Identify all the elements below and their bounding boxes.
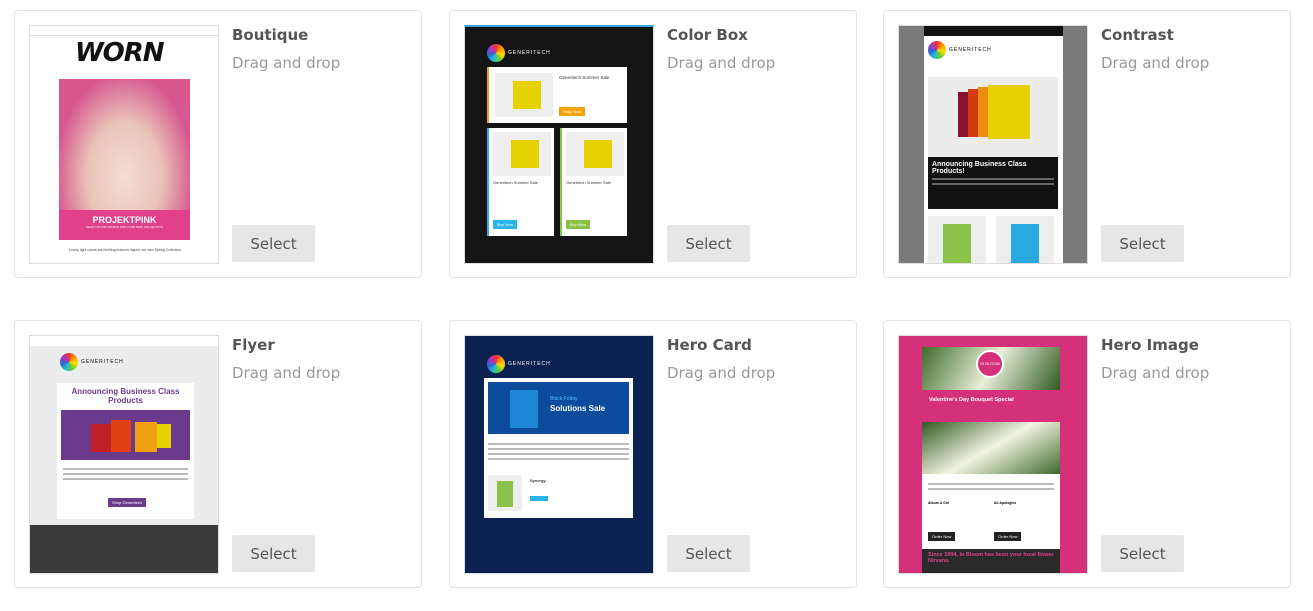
thumb-brand: GENERITECH xyxy=(508,50,551,56)
thumb-tagline: GEAR UP FOR SPRING WITH OUR NEW COLLECTI… xyxy=(86,225,163,229)
thumb-brand: GENERITECH xyxy=(949,47,992,53)
brand-logo-icon xyxy=(487,355,505,373)
thumb-product: Synergy xyxy=(530,478,546,483)
thumb-footer-headline: Since 1994, In Bloom has been your local… xyxy=(928,552,1054,564)
thumb-button: Shop Now xyxy=(559,107,586,116)
thumb-headline: Valentine's Day Bouquet Special xyxy=(929,397,1014,403)
select-button[interactable]: Select xyxy=(667,535,750,572)
thumb-button: Buy Now xyxy=(566,220,591,229)
template-card-hero-card: GENERITECH Black Friday Solutions Sale S… xyxy=(449,320,857,588)
select-button[interactable]: Select xyxy=(232,535,315,572)
template-type: Drag and drop xyxy=(1101,364,1210,382)
thumb-headline: Generitech Summer Sale xyxy=(559,75,610,80)
thumb-button: Buy Now xyxy=(493,220,518,229)
thumb-headline: Solutions Sale xyxy=(550,404,606,413)
thumb-badge: IN BLOOM xyxy=(976,350,1004,378)
thumb-footer: Lovely light colors and thrilling textur… xyxy=(68,248,182,252)
thumb-headline: Announcing Business Class Products xyxy=(71,387,180,405)
select-button[interactable]: Select xyxy=(1101,225,1184,262)
template-name: Boutique xyxy=(232,26,309,44)
template-name: Hero Card xyxy=(667,336,752,354)
template-type: Drag and drop xyxy=(232,54,341,72)
template-card-hero-image: IN BLOOM Valentine's Day Bouquet Special… xyxy=(883,320,1291,588)
thumb-kicker: Black Friday xyxy=(550,396,578,402)
template-name: Color Box xyxy=(667,26,748,44)
thumb-column-title: All Apologies xyxy=(994,501,1017,505)
thumb-headline: Generitech Summer Sale xyxy=(493,180,538,185)
template-type: Drag and drop xyxy=(667,54,776,72)
thumb-headline: Generitech Summer Sale xyxy=(566,180,611,185)
template-type: Drag and drop xyxy=(1101,54,1210,72)
thumb-brand: GENERITECH xyxy=(508,361,551,367)
template-card-flyer: GENERITECH Announcing Business Class Pro… xyxy=(14,320,422,588)
template-thumbnail[interactable]: GENERITECH Black Friday Solutions Sale S… xyxy=(464,335,654,574)
template-card-boutique: WORN PROJEKTPINK GEAR UP FOR SPRING WITH… xyxy=(14,10,422,278)
select-button[interactable]: Select xyxy=(1101,535,1184,572)
template-type: Drag and drop xyxy=(667,364,776,382)
thumb-headline: PROJEKTPINK xyxy=(92,215,157,225)
brand-logo-icon xyxy=(60,353,78,371)
template-thumbnail[interactable]: GENERITECH Announcing Business Class Pro… xyxy=(898,25,1088,264)
select-button[interactable]: Select xyxy=(667,225,750,262)
thumb-button: Order Now xyxy=(994,532,1022,541)
select-button[interactable]: Select xyxy=(232,225,315,262)
template-name: Flyer xyxy=(232,336,275,354)
template-name: Contrast xyxy=(1101,26,1174,44)
thumb-brand: GENERITECH xyxy=(81,359,124,365)
brand-logo-icon xyxy=(487,44,505,62)
template-thumbnail[interactable]: WORN PROJEKTPINK GEAR UP FOR SPRING WITH… xyxy=(29,25,219,264)
template-thumbnail[interactable]: GENERITECH Generitech Summer Sale Shop N… xyxy=(464,25,654,264)
thumb-button: Order Now xyxy=(928,532,956,541)
template-type: Drag and drop xyxy=(232,364,341,382)
thumb-headline: Announcing Business Class Products! xyxy=(932,161,1027,175)
thumb-column-title: Album A Girl xyxy=(928,501,950,505)
template-thumbnail[interactable]: GENERITECH Announcing Business Class Pro… xyxy=(29,335,219,574)
brand-logo-icon xyxy=(928,41,946,59)
template-thumbnail[interactable]: IN BLOOM Valentine's Day Bouquet Special… xyxy=(898,335,1088,574)
template-card-color-box: GENERITECH Generitech Summer Sale Shop N… xyxy=(449,10,857,278)
thumb-logo: WORN xyxy=(75,38,165,68)
thumb-photo xyxy=(59,79,190,210)
template-name: Hero Image xyxy=(1101,336,1199,354)
template-card-contrast: GENERITECH Announcing Business Class Pro… xyxy=(883,10,1291,278)
thumb-button: Shop Generitech xyxy=(108,498,147,507)
